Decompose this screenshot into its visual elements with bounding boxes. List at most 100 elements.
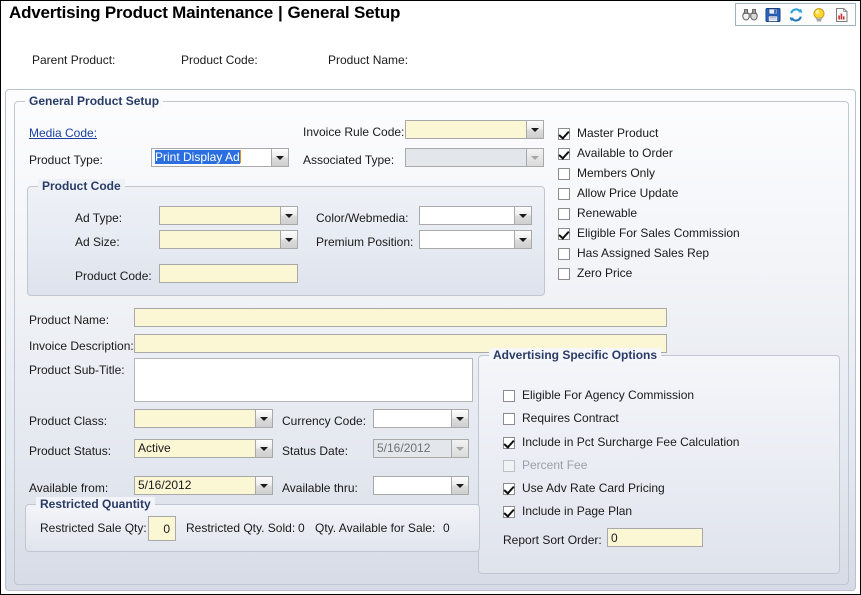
checkbox-box[interactable] <box>558 188 570 200</box>
checkbox-box[interactable] <box>503 483 515 495</box>
qty-available-for-sale-label: Qty. Available for Sale: <box>315 521 435 535</box>
checkbox-box[interactable] <box>503 413 515 425</box>
checkbox-requires-contract[interactable]: Requires Contract <box>503 412 619 425</box>
report-icon[interactable] <box>833 6 850 23</box>
currency-code-input[interactable] <box>373 409 451 428</box>
checkbox-box[interactable] <box>503 437 515 449</box>
checkbox-available-to-order[interactable]: Available to Order <box>558 147 673 160</box>
status-date-combo: 5/16/2012 <box>373 439 469 458</box>
premium-position-combo[interactable] <box>419 230 532 249</box>
product-type-dropdown-button[interactable] <box>271 148 289 167</box>
checkbox-box[interactable] <box>558 168 570 180</box>
lightbulb-icon[interactable] <box>810 6 827 23</box>
save-icon[interactable] <box>764 6 781 23</box>
product-type-input[interactable]: Print Display Ad <box>151 148 271 167</box>
checkbox-label: Eligible For Sales Commission <box>577 227 740 240</box>
checkbox-box[interactable] <box>558 248 570 260</box>
checkbox-label: Renewable <box>577 207 637 220</box>
chevron-down-icon <box>260 484 268 488</box>
checkbox-box[interactable] <box>558 228 570 240</box>
header-info-row: Parent Product: Product Code: Product Na… <box>1 53 860 73</box>
product-code-input[interactable] <box>159 264 298 283</box>
product-status-combo[interactable]: Active <box>134 439 273 458</box>
product-code-field-label: Product Code: <box>75 269 152 283</box>
checkbox-box[interactable] <box>558 268 570 280</box>
invoice-rule-code-input[interactable] <box>405 120 526 139</box>
ad-size-combo[interactable] <box>159 230 298 249</box>
checkbox-include-in-page-plan[interactable]: Include in Page Plan <box>503 505 632 518</box>
color-webmedia-input[interactable] <box>419 206 514 225</box>
checkbox-use-adv-rate-card-pricing[interactable]: Use Adv Rate Card Pricing <box>503 482 665 495</box>
chevron-down-icon <box>456 417 464 421</box>
ad-type-dropdown-button[interactable] <box>280 206 298 225</box>
checkbox-renewable[interactable]: Renewable <box>558 207 637 220</box>
chevron-down-icon <box>260 417 268 421</box>
chevron-down-icon <box>276 156 284 160</box>
checkbox-members-only[interactable]: Members Only <box>558 167 655 180</box>
general-product-setup-title: General Product Setup <box>25 94 163 108</box>
available-from-input[interactable]: 5/16/2012 <box>134 476 255 495</box>
checkbox-box[interactable] <box>503 390 515 402</box>
text-caret <box>240 150 242 163</box>
product-class-combo[interactable] <box>134 409 273 428</box>
report-sort-order-label: Report Sort Order: <box>503 533 602 547</box>
product-class-dropdown-button[interactable] <box>255 409 273 428</box>
checkbox-has-assigned-sales-rep[interactable]: Has Assigned Sales Rep <box>558 247 709 260</box>
associated-type-input <box>405 148 526 167</box>
checkbox-include-in-pct-surcharge-fee-calculation[interactable]: Include in Pct Surcharge Fee Calculation <box>503 436 739 449</box>
checkbox-allow-price-update[interactable]: Allow Price Update <box>558 187 678 200</box>
checkbox-eligible-for-sales-commission[interactable]: Eligible For Sales Commission <box>558 227 740 240</box>
currency-code-dropdown-button[interactable] <box>451 409 469 428</box>
premium-position-input[interactable] <box>419 230 514 249</box>
product-status-dropdown-button[interactable] <box>255 439 273 458</box>
binoculars-icon[interactable] <box>741 6 758 23</box>
checkbox-percent-fee: Percent Fee <box>503 459 587 472</box>
checkbox-master-product[interactable]: Master Product <box>558 127 658 140</box>
available-thru-combo[interactable] <box>373 476 469 495</box>
qty-available-for-sale-value: 0 <box>443 521 450 535</box>
invoice-rule-code-dropdown-button[interactable] <box>526 120 544 139</box>
currency-code-combo[interactable] <box>373 409 469 428</box>
invoice-rule-code-combo[interactable] <box>405 120 544 139</box>
product-subtitle-textarea[interactable] <box>134 358 473 402</box>
product-status-input[interactable]: Active <box>134 439 255 458</box>
chevron-down-icon <box>456 447 464 451</box>
product-name-input[interactable] <box>134 308 667 327</box>
color-webmedia-combo[interactable] <box>419 206 532 225</box>
ad-type-input[interactable] <box>159 206 280 225</box>
invoice-description-label: Invoice Description: <box>29 339 134 353</box>
page-title-separator: | <box>273 3 288 22</box>
available-from-dropdown-button[interactable] <box>255 476 273 495</box>
associated-type-label: Associated Type: <box>303 153 394 167</box>
status-date-dropdown-button <box>451 439 469 458</box>
product-code-label: Product Code: <box>181 53 258 67</box>
ad-type-combo[interactable] <box>159 206 298 225</box>
restricted-quantity-title: Restricted Quantity <box>36 497 155 511</box>
available-thru-input[interactable] <box>373 476 451 495</box>
product-type-combo[interactable]: Print Display Ad <box>151 148 289 167</box>
premium-position-dropdown-button[interactable] <box>514 230 532 249</box>
product-code-group: Product Code Ad Type: Ad Size: Color/Web… <box>27 186 545 296</box>
restricted-quantity-group: Restricted Quantity Restricted Sale Qty:… <box>25 504 480 552</box>
available-thru-dropdown-button[interactable] <box>451 476 469 495</box>
checkbox-label: Allow Price Update <box>577 187 678 200</box>
restricted-sale-qty-input[interactable] <box>148 516 176 541</box>
color-webmedia-dropdown-button[interactable] <box>514 206 532 225</box>
available-from-combo[interactable]: 5/16/2012 <box>134 476 273 495</box>
media-code-link[interactable]: Media Code: <box>29 126 97 140</box>
checkbox-box[interactable] <box>558 208 570 220</box>
product-class-input[interactable] <box>134 409 255 428</box>
report-sort-order-input[interactable] <box>607 528 703 547</box>
product-code-group-title: Product Code <box>38 179 125 193</box>
checkbox-label: Include in Page Plan <box>522 505 632 518</box>
checkbox-zero-price[interactable]: Zero Price <box>558 267 632 280</box>
chevron-down-icon <box>519 238 527 242</box>
refresh-icon[interactable] <box>787 6 804 23</box>
product-name-label: Product Name: <box>29 313 109 327</box>
ad-size-input[interactable] <box>159 230 280 249</box>
checkbox-eligible-for-agency-commission[interactable]: Eligible For Agency Commission <box>503 389 694 402</box>
checkbox-box[interactable] <box>503 506 515 518</box>
ad-size-dropdown-button[interactable] <box>280 230 298 249</box>
checkbox-box[interactable] <box>558 128 570 140</box>
checkbox-box[interactable] <box>558 148 570 160</box>
